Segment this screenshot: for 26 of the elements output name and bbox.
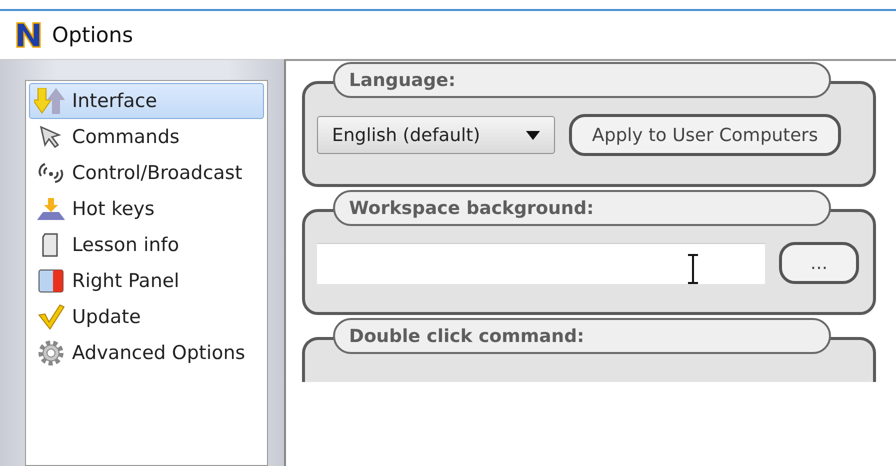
signal-waves-icon (37, 160, 65, 186)
language-dropdown[interactable]: English (default) (317, 116, 555, 154)
sidebar-item[interactable]: Interface (29, 83, 264, 119)
window-title: Options (52, 23, 134, 47)
dropdown-arrow-icon (526, 130, 540, 140)
sidebar-item[interactable]: Hot keys (29, 191, 264, 227)
group-title: Double click command: (333, 318, 831, 354)
group-title: Workspace background: (333, 190, 831, 226)
sidebar-item[interactable]: Right Panel (29, 263, 264, 299)
group-title: Language: (333, 62, 831, 98)
sidebar-item[interactable]: Advanced Options (29, 335, 264, 371)
browse-button[interactable]: ... (779, 242, 859, 284)
checkmark-icon (37, 304, 65, 330)
sidebar-item[interactable]: Commands (29, 119, 264, 155)
apply-button[interactable]: Apply to User Computers (569, 114, 841, 156)
sidebar-item[interactable]: Control/Broadcast (29, 155, 264, 191)
app-logo-icon (14, 20, 44, 50)
split-panel-icon (37, 268, 65, 294)
gear-icon (37, 339, 65, 367)
sidebar-item[interactable]: Update (29, 299, 264, 335)
path-field[interactable] (317, 242, 765, 284)
arrows-icon (34, 88, 68, 114)
tray-download-icon (35, 196, 67, 222)
text-cursor-icon (687, 254, 699, 284)
cursor-arrow-icon (38, 124, 64, 150)
sidebar-item[interactable]: Lesson info (29, 227, 264, 263)
